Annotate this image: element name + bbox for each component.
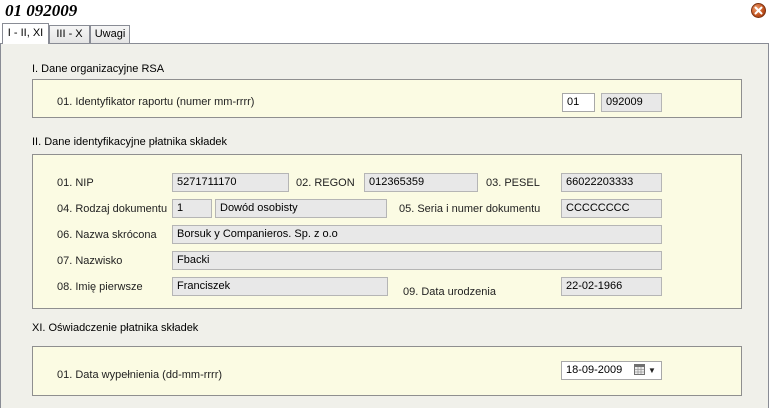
surname-field[interactable]: Fbacki [172, 251, 662, 270]
short-name-field[interactable]: Borsuk y Companieros. Sp. z o.o [172, 225, 662, 244]
fill-date-label: 01. Data wypełnienia (dd-mm-rrrr) [57, 369, 223, 381]
surname-label: 07. Nazwisko [57, 255, 123, 267]
section-xi-title: XI. Oświadczenie płatnika składek [32, 322, 199, 334]
document-type-code-field[interactable]: 1 [172, 199, 212, 218]
first-name-label: 08. Imię pierwsze [57, 281, 143, 293]
birth-date-label: 09. Data urodzenia [403, 286, 496, 298]
first-name-field[interactable]: Franciszek [172, 277, 388, 296]
calendar-icon[interactable] [634, 364, 645, 375]
document-series-field[interactable]: CCCCCCCC [561, 199, 662, 218]
nip-label: 01. NIP [57, 177, 94, 189]
regon-label: 02. REGON [296, 177, 355, 189]
section-i-title: I. Dane organizacyjne RSA [32, 63, 165, 75]
window-title: 01 092009 [5, 1, 78, 20]
close-button[interactable] [751, 3, 766, 18]
report-id-number-field[interactable]: 01 [562, 93, 595, 112]
regon-field[interactable]: 012365359 [364, 173, 478, 192]
pesel-field[interactable]: 66022203333 [561, 173, 662, 192]
tab-i-ii-xi[interactable]: I - II, XI [2, 23, 49, 44]
chevron-down-icon[interactable]: ▼ [648, 366, 656, 375]
report-id-label: 01. Identyfikator raportu (numer mm-rrrr… [57, 96, 255, 108]
report-id-period-field[interactable]: 092009 [601, 93, 662, 112]
section-ii-title: II. Dane identyfikacyjne płatnika składe… [32, 136, 228, 148]
fill-date-picker[interactable]: 18-09-2009 [561, 361, 662, 380]
document-type-name-field[interactable]: Dowód osobisty [215, 199, 387, 218]
tab-iii-x[interactable]: III - X [49, 25, 90, 43]
close-icon [754, 6, 763, 15]
tab-uwagi[interactable]: Uwagi [90, 25, 130, 43]
short-name-label: 06. Nazwa skrócona [57, 229, 157, 241]
birth-date-field[interactable]: 22-02-1966 [561, 277, 662, 296]
nip-field[interactable]: 5271711170 [172, 173, 289, 192]
document-series-label: 05. Seria i numer dokumentu [399, 203, 541, 215]
pesel-label: 03. PESEL [486, 177, 540, 189]
document-type-label: 04. Rodzaj dokumentu [57, 203, 168, 215]
